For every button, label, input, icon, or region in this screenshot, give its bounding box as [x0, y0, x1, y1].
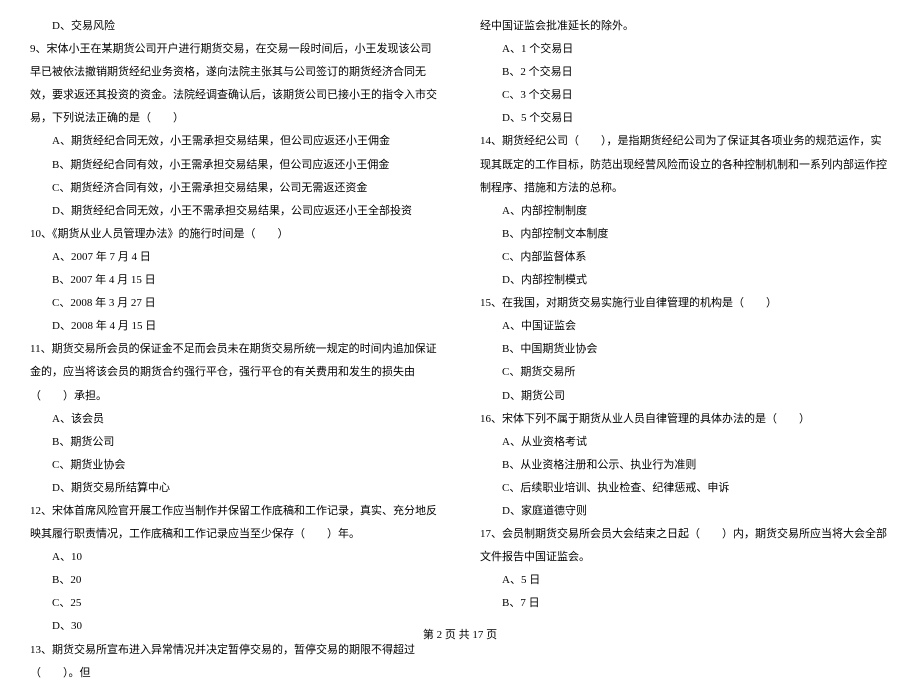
q11-option-d: D、期货交易所结算中心 [30, 477, 440, 500]
q9-option-d: D、期货经纪合同无效，小王不需承担交易结果，公司应返还小王全部投资 [30, 200, 440, 223]
q11-option-b: B、期货公司 [30, 431, 440, 454]
q10-option-a: A、2007 年 7 月 4 日 [30, 246, 440, 269]
right-column: 经中国证监会批准延长的除外。 A、1 个交易日 B、2 个交易日 C、3 个交易… [480, 15, 890, 605]
q13-cont: 经中国证监会批准延长的除外。 [480, 15, 890, 38]
q10-text: 10、《期货从业人员管理办法》的施行时间是（ ） [30, 223, 440, 246]
q14-option-d: D、内部控制模式 [480, 269, 890, 292]
q12-option-b: B、20 [30, 569, 440, 592]
q13-option-d: D、5 个交易日 [480, 107, 890, 130]
q15-option-b: B、中国期货业协会 [480, 338, 890, 361]
q16-option-b: B、从业资格注册和公示、执业行为准则 [480, 454, 890, 477]
q9-text: 9、宋体小王在某期货公司开户进行期货交易，在交易一段时间后，小王发现该公司早已被… [30, 38, 440, 130]
q14-option-c: C、内部监督体系 [480, 246, 890, 269]
q8-option-d: D、交易风险 [30, 15, 440, 38]
q9-option-b: B、期货经纪合同有效，小王需承担交易结果，但公司应返还小王佣金 [30, 154, 440, 177]
q11-text: 11、期货交易所会员的保证金不足而会员未在期货交易所统一规定的时间内追加保证金的… [30, 338, 440, 407]
q14-option-b: B、内部控制文本制度 [480, 223, 890, 246]
page-footer: 第 2 页 共 17 页 [0, 626, 920, 642]
q15-option-c: C、期货交易所 [480, 361, 890, 384]
left-column: D、交易风险 9、宋体小王在某期货公司开户进行期货交易，在交易一段时间后，小王发… [30, 15, 440, 605]
q14-option-a: A、内部控制制度 [480, 200, 890, 223]
q15-option-d: D、期货公司 [480, 385, 890, 408]
q12-text: 12、宋体首席风险官开展工作应当制作并保留工作底稿和工作记录，真实、充分地反映其… [30, 500, 440, 546]
q16-option-d: D、家庭道德守则 [480, 500, 890, 523]
q17-option-a: A、5 日 [480, 569, 890, 592]
q9-option-a: A、期货经纪合同无效，小王需承担交易结果，但公司应返还小王佣金 [30, 130, 440, 153]
q16-text: 16、宋体下列不属于期货从业人员自律管理的具体办法的是（ ） [480, 408, 890, 431]
q10-option-c: C、2008 年 3 月 27 日 [30, 292, 440, 315]
q15-option-a: A、中国证监会 [480, 315, 890, 338]
q9-option-c: C、期货经济合同有效，小王需承担交易结果，公司无需返还资金 [30, 177, 440, 200]
q15-text: 15、在我国，对期货交易实施行业自律管理的机构是（ ） [480, 292, 890, 315]
q13-option-b: B、2 个交易日 [480, 61, 890, 84]
q13-option-a: A、1 个交易日 [480, 38, 890, 61]
q17-option-b: B、7 日 [480, 592, 890, 615]
q11-option-c: C、期货业协会 [30, 454, 440, 477]
q14-text: 14、期货经纪公司（ ），是指期货经纪公司为了保证其各项业务的规范运作，实现其既… [480, 130, 890, 199]
q10-option-d: D、2008 年 4 月 15 日 [30, 315, 440, 338]
q16-option-a: A、从业资格考试 [480, 431, 890, 454]
q17-text: 17、会员制期货交易所会员大会结束之日起（ ）内，期货交易所应当将大会全部文件报… [480, 523, 890, 569]
q12-option-c: C、25 [30, 592, 440, 615]
q13-text: 13、期货交易所宣布进入异常情况并决定暂停交易的，暂停交易的期限不得超过（ ）。… [30, 639, 440, 685]
q10-option-b: B、2007 年 4 月 15 日 [30, 269, 440, 292]
q13-option-c: C、3 个交易日 [480, 84, 890, 107]
q11-option-a: A、该会员 [30, 408, 440, 431]
q16-option-c: C、后续职业培训、执业检查、纪律惩戒、申诉 [480, 477, 890, 500]
q12-option-a: A、10 [30, 546, 440, 569]
